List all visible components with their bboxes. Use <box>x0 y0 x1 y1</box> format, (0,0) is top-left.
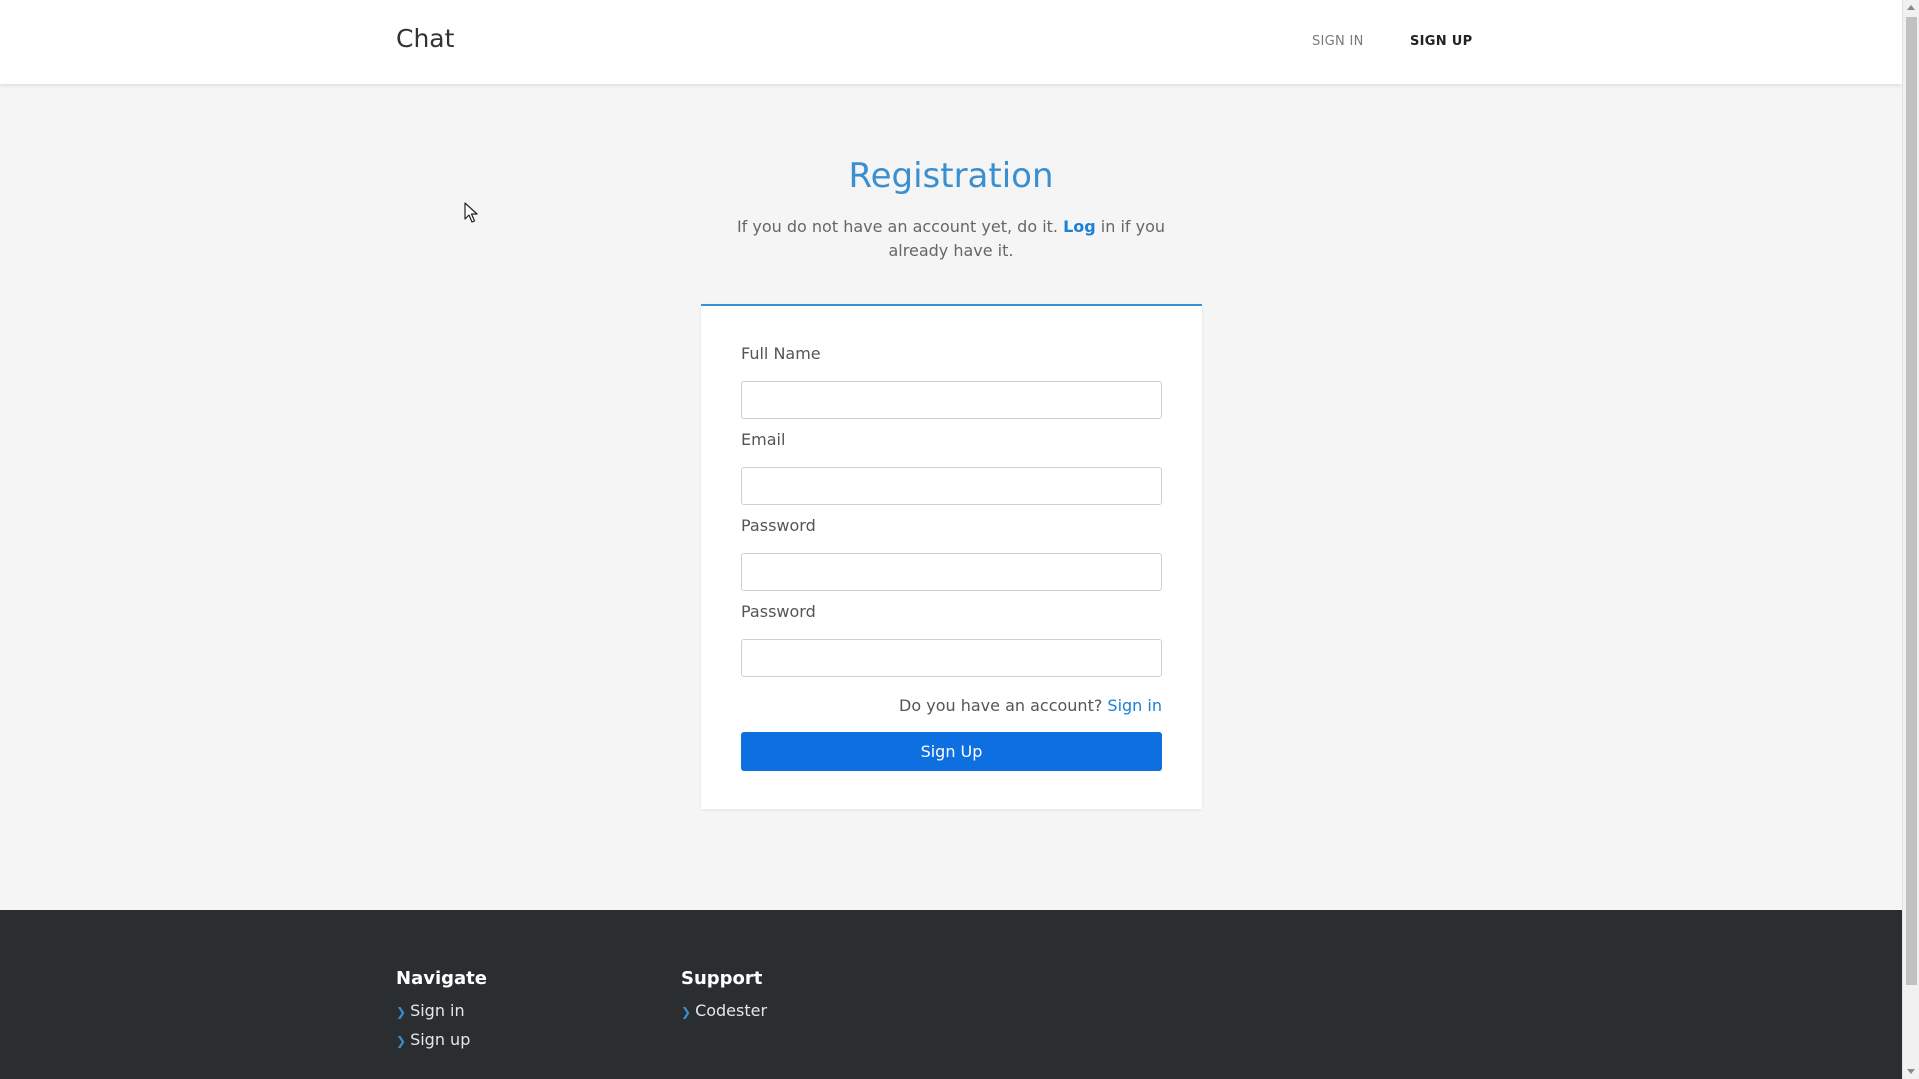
top-navbar: Chat SIGN IN SIGN UP <box>0 0 1902 84</box>
password-label: Password <box>741 516 816 535</box>
vertical-scrollbar[interactable] <box>1902 0 1919 1079</box>
footer-navigate-title: Navigate <box>396 968 487 989</box>
footer: Navigate ❯ Sign in ❯ Sign up Support ❯ Code… <box>0 910 1902 1079</box>
brand-logo[interactable]: Chat <box>396 24 454 53</box>
chevron-right-icon: ❯ <box>396 1034 407 1048</box>
sign-up-button[interactable]: Sign Up <box>741 732 1162 771</box>
sign-in-link[interactable]: Sign in <box>1107 696 1162 715</box>
nav-sign-in-link[interactable]: SIGN IN <box>1312 34 1364 49</box>
footer-sign-in-link[interactable]: ❯ Sign in <box>396 997 487 1026</box>
registration-form: Full Name Email Password Password Do you… <box>701 304 1202 809</box>
footer-codester-link[interactable]: ❯ Codester <box>681 997 767 1026</box>
footer-support-title: Support <box>681 968 763 989</box>
email-input[interactable] <box>741 467 1162 505</box>
scroll-down-arrow-icon[interactable] <box>1907 1069 1915 1074</box>
footer-sign-up-link[interactable]: ❯ Sign up <box>396 1026 487 1055</box>
scroll-up-arrow-icon[interactable] <box>1907 5 1915 10</box>
password-input[interactable] <box>741 553 1162 591</box>
full-name-label: Full Name <box>741 344 821 363</box>
scrollbar-thumb[interactable] <box>1906 17 1917 985</box>
password-confirm-label: Password <box>741 602 816 621</box>
log-in-link[interactable]: Log <box>1063 217 1096 236</box>
footer-support-column: Support ❯ Codester <box>681 968 767 1026</box>
email-label: Email <box>741 430 786 449</box>
password-confirm-input[interactable] <box>741 639 1162 677</box>
footer-codester-label: Codester <box>695 1001 768 1020</box>
page-title: Registration <box>848 156 1054 196</box>
chevron-right-icon: ❯ <box>396 1005 407 1019</box>
chevron-right-icon: ❯ <box>681 1005 692 1019</box>
page: Chat SIGN IN SIGN UP Registration If you… <box>0 0 1902 1079</box>
intro-text-before: If you do not have an account yet, do it… <box>736 217 1064 236</box>
nav-sign-up-link[interactable]: SIGN UP <box>1410 34 1472 49</box>
have-account-prompt: Do you have an account? Sign in <box>899 696 1162 715</box>
intro-text: If you do not have an account yet, do it… <box>736 215 1166 263</box>
have-account-text: Do you have an account? <box>899 696 1108 715</box>
full-name-input[interactable] <box>741 381 1162 419</box>
mouse-cursor-icon <box>464 202 478 223</box>
footer-navigate-column: Navigate ❯ Sign in ❯ Sign up <box>396 968 487 1055</box>
footer-sign-up-label: Sign up <box>410 1030 471 1049</box>
footer-sign-in-label: Sign in <box>410 1001 465 1020</box>
